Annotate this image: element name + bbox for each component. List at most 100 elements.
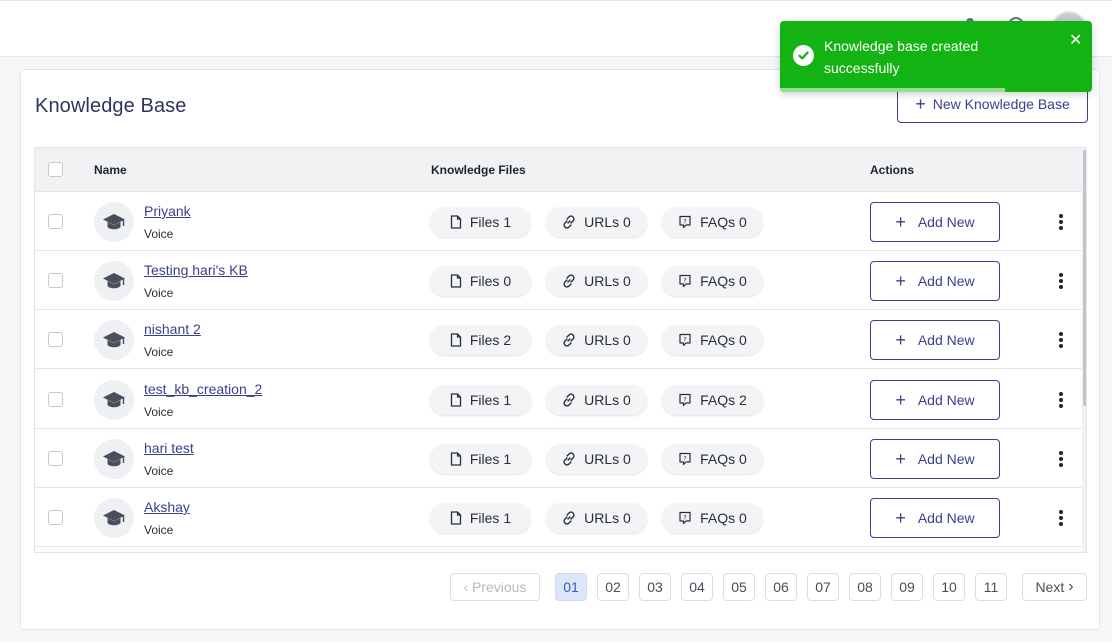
kebab-menu-icon[interactable] <box>1053 449 1069 469</box>
chevron-left-icon: ‹ <box>463 579 468 595</box>
kb-name-link[interactable]: Testing hari's KB <box>144 262 248 278</box>
select-all-checkbox[interactable] <box>48 162 63 177</box>
file-icon <box>450 452 462 466</box>
page-number-button[interactable]: 06 <box>765 573 797 601</box>
kebab-menu-icon[interactable] <box>1053 271 1069 291</box>
link-icon <box>562 392 576 407</box>
plus-icon: + <box>895 389 906 410</box>
knowledge-base-card: Knowledge Base + New Knowledge Base Name… <box>20 69 1100 630</box>
faqs-pill[interactable]: ? FAQs 0 <box>662 503 763 533</box>
kebab-menu-icon[interactable] <box>1053 508 1069 528</box>
kebab-menu-icon[interactable] <box>1053 330 1069 350</box>
page-number-button[interactable]: 08 <box>849 573 881 601</box>
urls-pill[interactable]: URLs 0 <box>546 384 647 415</box>
svg-text:?: ? <box>683 217 686 225</box>
urls-pill[interactable]: URLs 0 <box>546 266 647 297</box>
page-number-button[interactable]: 02 <box>597 573 629 601</box>
page-title: Knowledge Base <box>35 95 187 117</box>
page-number-button[interactable]: 09 <box>891 573 923 601</box>
table-scrollbar[interactable] <box>1082 148 1086 552</box>
check-circle-icon <box>793 45 814 66</box>
link-icon <box>562 511 576 525</box>
link-icon <box>562 274 576 288</box>
faqs-count: FAQs 0 <box>700 273 747 290</box>
next-page-button[interactable]: Next › <box>1022 573 1087 601</box>
faqs-pill[interactable]: ? FAQs 0 <box>662 266 763 297</box>
pagination: ‹ Previous 01 02 03 04 05 06 07 08 09 10 11 Next › <box>21 573 1101 601</box>
urls-count: URLs 0 <box>584 214 631 230</box>
add-new-button[interactable]: + Add New <box>870 438 1000 479</box>
files-pill[interactable]: Files 1 <box>430 207 531 237</box>
files-count: Files 1 <box>469 214 512 230</box>
urls-pill[interactable]: URLs 0 <box>546 207 647 237</box>
urls-count: URLs 0 <box>584 450 631 467</box>
previous-label: Previous <box>471 579 527 595</box>
row-checkbox[interactable] <box>48 273 63 289</box>
file-icon <box>450 392 462 407</box>
add-new-button[interactable]: + Add New <box>870 261 1000 302</box>
kb-name-link[interactable]: nishant 2 <box>144 321 201 337</box>
faqs-pill[interactable]: ? FAQs 0 <box>662 443 763 474</box>
add-new-button[interactable]: + Add New <box>870 498 1000 538</box>
urls-pill[interactable]: URLs 0 <box>546 503 647 533</box>
urls-pill[interactable]: URLs 0 <box>546 443 647 474</box>
urls-count: URLs 0 <box>584 391 631 408</box>
page-number-button[interactable]: 11 <box>975 573 1007 601</box>
add-new-label: Add New <box>917 391 975 408</box>
file-icon <box>450 511 462 525</box>
faqs-pill[interactable]: ? FAQs 2 <box>662 384 763 415</box>
kb-type: Voice <box>144 463 174 478</box>
previous-page-button[interactable]: ‹ Previous <box>450 573 540 601</box>
plus-icon: + <box>895 508 906 528</box>
kebab-menu-icon[interactable] <box>1053 390 1069 410</box>
page-number-button[interactable]: 07 <box>807 573 839 601</box>
kb-name-link[interactable]: Priyank <box>144 203 191 219</box>
kb-name-link[interactable]: Akshay <box>144 499 190 515</box>
files-pill[interactable]: Files 1 <box>430 384 531 415</box>
page-number-button[interactable]: 10 <box>933 573 965 601</box>
files-pill[interactable]: Files 1 <box>430 503 531 533</box>
graduation-cap-icon <box>94 438 134 479</box>
header-knowledge-files: Knowledge Files <box>431 163 526 177</box>
urls-count: URLs 0 <box>584 332 631 349</box>
row-checkbox[interactable] <box>48 391 63 407</box>
files-pill[interactable]: Files 0 <box>430 266 531 297</box>
kebab-menu-icon[interactable] <box>1053 212 1069 232</box>
faq-bubble-icon: ? <box>678 333 692 347</box>
files-count: Files 1 <box>469 391 512 408</box>
kb-type: Voice <box>144 345 174 360</box>
kb-name-link[interactable]: test_kb_creation_2 <box>144 381 262 397</box>
files-pill[interactable]: Files 1 <box>430 443 531 474</box>
row-checkbox[interactable] <box>48 510 63 525</box>
kb-name-link[interactable]: hari test <box>144 440 194 456</box>
faqs-count: FAQs 0 <box>700 510 747 526</box>
faq-bubble-icon: ? <box>678 393 692 407</box>
add-new-button[interactable]: + Add New <box>870 320 1000 361</box>
page-number-button[interactable]: 05 <box>723 573 755 601</box>
add-new-button[interactable]: + Add New <box>870 379 1000 420</box>
files-pill[interactable]: Files 2 <box>430 325 531 356</box>
faqs-pill[interactable]: ? FAQs 0 <box>662 325 763 356</box>
row-checkbox[interactable] <box>48 332 63 348</box>
row-checkbox[interactable] <box>48 450 63 466</box>
page-number-button[interactable]: 03 <box>639 573 671 601</box>
page-number-button[interactable]: 04 <box>681 573 713 601</box>
files-count: Files 0 <box>469 273 512 290</box>
table-row: Priyank Voice Files 1 URLs 0? FAQs 0 + Add New <box>35 192 1082 251</box>
add-new-button[interactable]: + Add New <box>870 202 1000 242</box>
toast-timer-bar <box>780 88 1005 92</box>
kb-type: Voice <box>144 523 174 537</box>
svg-text:?: ? <box>683 336 686 344</box>
faqs-pill[interactable]: ? FAQs 0 <box>662 207 763 237</box>
urls-pill[interactable]: URLs 0 <box>546 325 647 356</box>
page-number-button[interactable]: 01 <box>555 573 587 601</box>
row-checkbox[interactable] <box>48 214 63 229</box>
add-new-label: Add New <box>917 332 975 349</box>
success-toast: Knowledge base created successfully ✕ <box>780 21 1092 92</box>
scrollbar-thumb[interactable] <box>1083 150 1086 406</box>
svg-text:?: ? <box>683 395 686 403</box>
close-icon[interactable]: ✕ <box>1069 33 1082 49</box>
new-knowledge-base-label: New Knowledge Base <box>932 96 1070 112</box>
header-actions: Actions <box>870 163 915 177</box>
file-icon <box>450 333 462 348</box>
